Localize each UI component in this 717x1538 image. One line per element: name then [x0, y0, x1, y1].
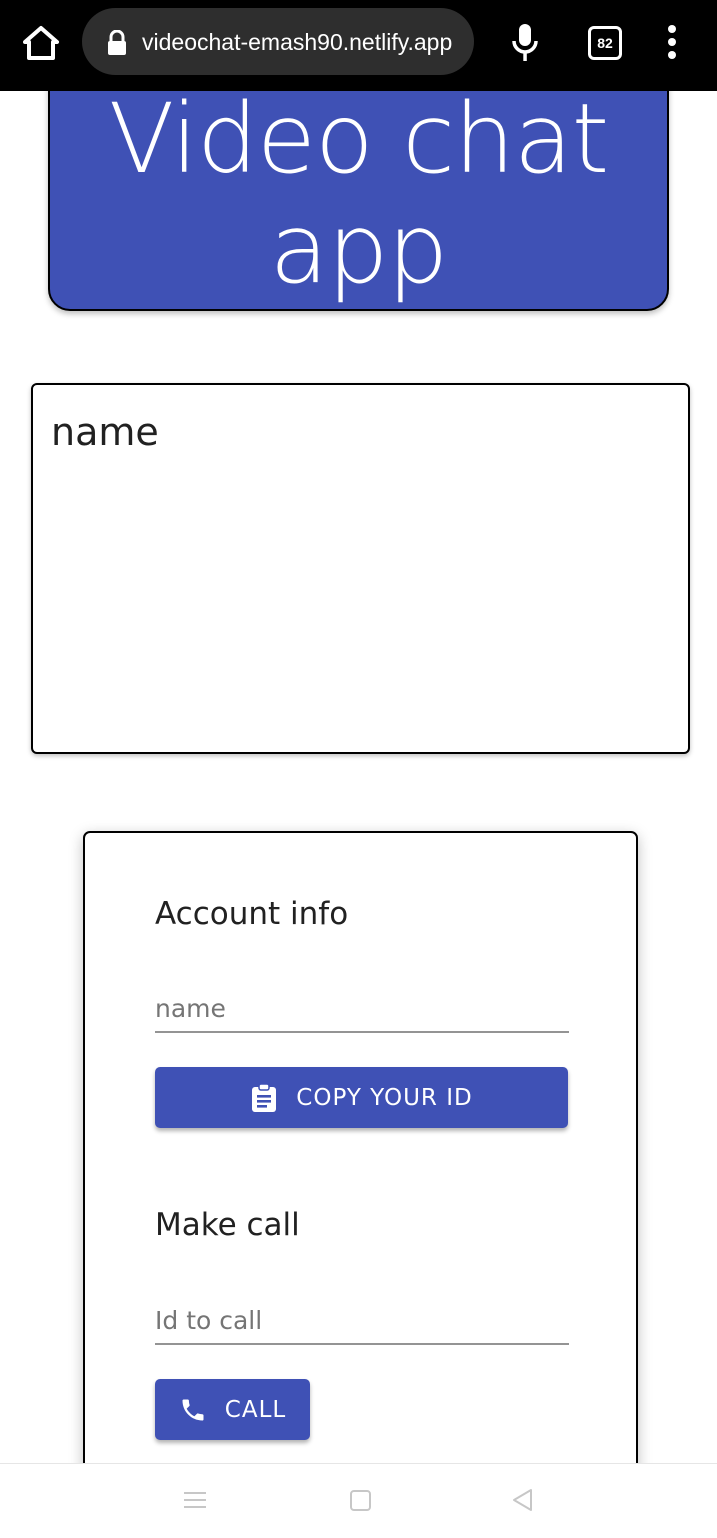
page: videochat-emash90.netlify.app 82 Video c… — [0, 0, 717, 1538]
video-panel: name — [31, 383, 690, 754]
copy-id-label: COPY YOUR ID — [296, 1084, 473, 1111]
video-name-label: name — [51, 410, 159, 454]
call-button[interactable]: CALL — [155, 1379, 310, 1440]
mic-icon[interactable] — [508, 20, 542, 64]
square-icon[interactable] — [349, 1488, 373, 1517]
name-input[interactable] — [155, 985, 569, 1031]
app-title-header: Video chat app — [48, 60, 669, 311]
copy-id-button[interactable]: COPY YOUR ID — [155, 1067, 568, 1128]
make-call-title: Make call — [155, 1207, 300, 1243]
more-vert-icon[interactable] — [662, 24, 682, 60]
name-field[interactable] — [155, 985, 569, 1033]
url-text[interactable]: videochat-emash90.netlify.app — [142, 28, 468, 56]
options-card: Account info COPY YOUR ID Make call CALL — [83, 831, 638, 1531]
back-triangle-icon[interactable] — [511, 1488, 535, 1517]
browser-toolbar: videochat-emash90.netlify.app 82 — [0, 0, 717, 91]
lock-icon — [106, 29, 128, 56]
tab-switcher-button[interactable]: 82 — [588, 26, 622, 60]
address-bar[interactable]: videochat-emash90.netlify.app — [82, 8, 474, 75]
app-title-line2: app — [269, 193, 449, 305]
assignment-icon — [252, 1082, 277, 1112]
id-to-call-input[interactable] — [155, 1297, 569, 1343]
phone-icon — [182, 1399, 204, 1420]
account-info-title: Account info — [155, 896, 349, 932]
system-nav-bar — [0, 1463, 717, 1538]
menu-icon[interactable] — [183, 1488, 207, 1517]
call-label: CALL — [224, 1396, 287, 1423]
app-title-line1: Video chat — [108, 83, 610, 195]
id-to-call-field[interactable] — [155, 1297, 569, 1345]
home-icon[interactable] — [20, 22, 62, 64]
